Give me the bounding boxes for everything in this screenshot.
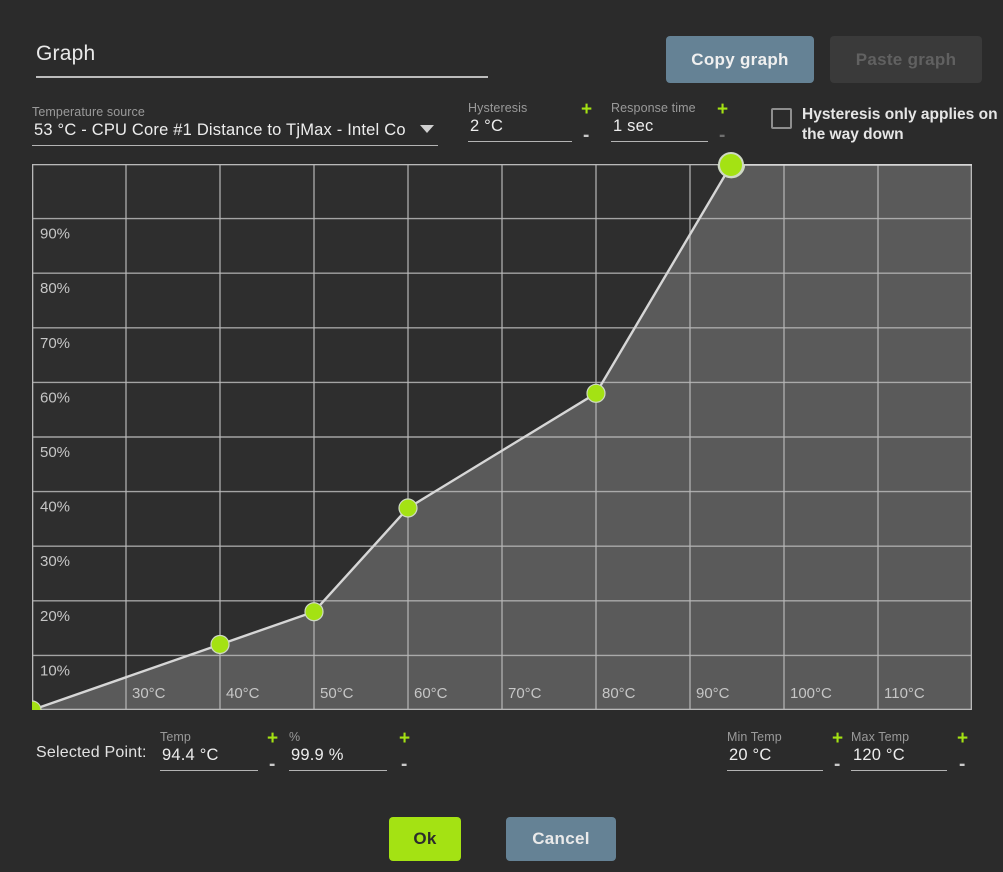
selected-point-handle[interactable]: [718, 152, 744, 178]
copy-graph-button[interactable]: Copy graph: [666, 36, 814, 83]
svg-text:90°C: 90°C: [696, 685, 730, 702]
hysteresis-decrement-button[interactable]: -: [583, 129, 589, 143]
hysteresis-label: Hysteresis: [468, 101, 572, 115]
svg-text:30%: 30%: [40, 553, 70, 570]
svg-text:30°C: 30°C: [132, 685, 166, 702]
svg-text:60%: 60%: [40, 389, 70, 406]
svg-text:20%: 20%: [40, 608, 70, 625]
temperature-source-label: Temperature source: [32, 105, 438, 119]
svg-text:110°C: 110°C: [884, 685, 925, 702]
max-temp-value[interactable]: 120 °C: [851, 744, 947, 771]
svg-text:10%: 10%: [40, 662, 70, 679]
max-temp-label: Max Temp: [851, 730, 947, 744]
min-temp-field[interactable]: Min Temp 20 °C + -: [727, 730, 823, 771]
svg-text:80°C: 80°C: [602, 685, 636, 702]
response-time-increment-button[interactable]: +: [717, 103, 728, 117]
min-temp-label: Min Temp: [727, 730, 823, 744]
hysteresis-field[interactable]: Hysteresis 2 °C + -: [468, 101, 572, 142]
selected-point-percent-field[interactable]: % 99.9 % + -: [289, 730, 387, 771]
svg-text:40°C: 40°C: [226, 685, 260, 702]
selected-point-percent-increment-button[interactable]: +: [399, 732, 410, 746]
svg-text:70°C: 70°C: [508, 685, 542, 702]
selected-point-temp-increment-button[interactable]: +: [267, 732, 278, 746]
selected-point-temp-label: Temp: [160, 730, 258, 744]
response-time-label: Response time: [611, 101, 708, 115]
fan-curve-chart[interactable]: 30°C 40°C 50°C 60°C 70°C 80°C 90°C 100°C 110°C 1…: [32, 164, 972, 710]
svg-text:50%: 50%: [40, 444, 70, 461]
svg-text:40%: 40%: [40, 499, 70, 516]
hysteresis-value[interactable]: 2 °C: [468, 115, 572, 142]
response-time-decrement-button[interactable]: -: [719, 129, 725, 143]
selected-point-percent-label: %: [289, 730, 387, 744]
svg-text:70%: 70%: [40, 335, 70, 352]
response-time-value[interactable]: 1 sec: [611, 115, 708, 142]
cancel-button[interactable]: Cancel: [506, 817, 616, 861]
hysteresis-only-down-label: Hysteresis only applies on the way down: [802, 105, 998, 145]
min-temp-increment-button[interactable]: +: [832, 732, 843, 746]
min-temp-value[interactable]: 20 °C: [727, 744, 823, 771]
svg-text:90%: 90%: [40, 226, 70, 243]
selected-point-temp-decrement-button[interactable]: -: [269, 758, 275, 772]
graph-title-input[interactable]: Graph: [36, 42, 488, 78]
max-temp-field[interactable]: Max Temp 120 °C + -: [851, 730, 947, 771]
selected-point-percent-value[interactable]: 99.9 %: [289, 744, 387, 771]
max-temp-decrement-button[interactable]: -: [959, 758, 965, 772]
selected-point-temp-field[interactable]: Temp 94.4 °C + -: [160, 730, 258, 771]
svg-text:60°C: 60°C: [414, 685, 448, 702]
chart-x-axis-labels: 30°C 40°C 50°C 60°C 70°C 80°C 90°C 100°C 110°C: [132, 685, 925, 702]
temperature-source-select[interactable]: Temperature source 53 °C - CPU Core #1 D…: [32, 105, 438, 146]
selected-point-label: Selected Point:: [36, 744, 147, 762]
selected-point-percent-decrement-button[interactable]: -: [401, 758, 407, 772]
max-temp-increment-button[interactable]: +: [957, 732, 968, 746]
ok-button[interactable]: Ok: [389, 817, 461, 861]
response-time-field[interactable]: Response time 1 sec + -: [611, 101, 708, 142]
svg-text:50°C: 50°C: [320, 685, 354, 702]
fan-curve-svg[interactable]: 30°C 40°C 50°C 60°C 70°C 80°C 90°C 100°C 110°C 1…: [32, 164, 972, 710]
temperature-source-value[interactable]: 53 °C - CPU Core #1 Distance to TjMax - …: [32, 119, 438, 146]
chart-y-axis-labels: 10% 20% 30% 40% 50% 60% 70% 80% 90%: [40, 226, 70, 680]
hysteresis-increment-button[interactable]: +: [581, 103, 592, 117]
selected-point-temp-value[interactable]: 94.4 °C: [160, 744, 258, 771]
svg-text:80%: 80%: [40, 280, 70, 297]
hysteresis-only-down-checkbox[interactable]: [771, 108, 792, 129]
hysteresis-only-down-checkbox-wrap[interactable]: [771, 108, 792, 129]
header-bar: Graph Copy graph Paste graph: [0, 0, 1003, 96]
chevron-down-icon[interactable]: [420, 125, 434, 133]
paste-graph-button: Paste graph: [830, 36, 982, 83]
min-temp-decrement-button[interactable]: -: [834, 758, 840, 772]
svg-text:100°C: 100°C: [790, 685, 832, 702]
temperature-source-text: 53 °C - CPU Core #1 Distance to TjMax - …: [34, 121, 406, 139]
